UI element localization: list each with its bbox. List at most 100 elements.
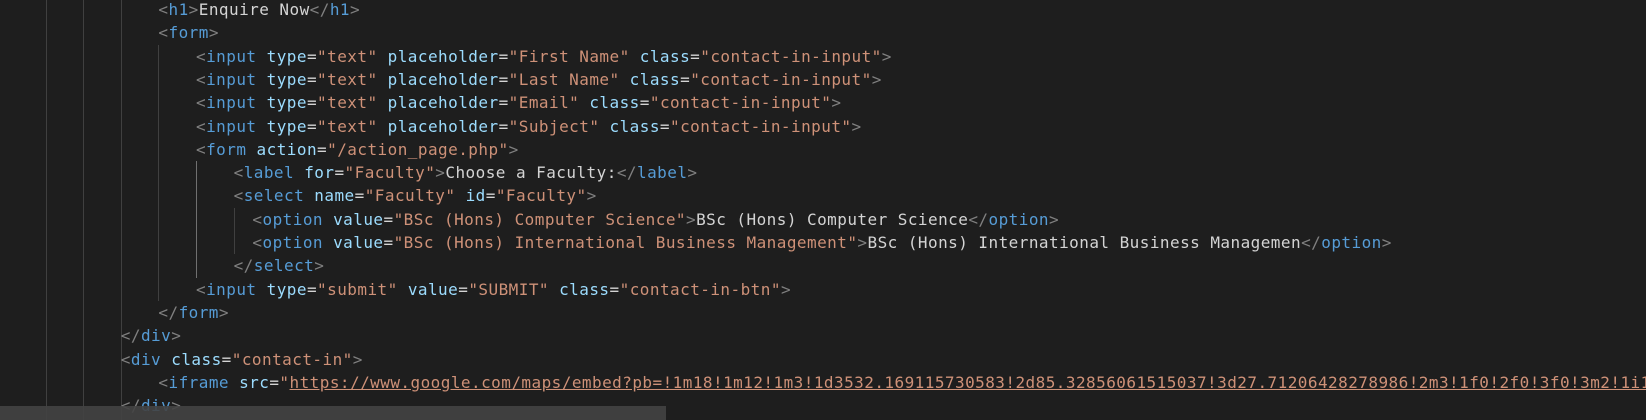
code-token: input — [206, 69, 257, 89]
code-token: </ — [158, 302, 179, 322]
code-line[interactable]: <option value="BSc (Hons) Computer Scien… — [252, 208, 1059, 232]
code-token: > — [687, 163, 698, 183]
code-token: select — [253, 256, 315, 276]
code-token: = — [306, 69, 318, 89]
code-token: > — [686, 209, 697, 229]
code-token: < — [252, 233, 263, 252]
code-line[interactable]: <form> — [158, 21, 219, 45]
code-token: < — [196, 116, 207, 136]
code-token: class — [609, 116, 660, 136]
code-token: "contact-in-input" — [690, 69, 872, 89]
code-token: form — [178, 302, 219, 322]
code-token: = — [498, 93, 509, 113]
code-token: </ — [309, 0, 330, 19]
code-line[interactable]: <input type="text" placeholder="Subject"… — [196, 115, 862, 139]
code-token: "BSc (Hons) International Business Manag… — [393, 233, 858, 252]
code-token: "contact-in-btn" — [619, 279, 781, 299]
code-token: "text" — [317, 69, 378, 89]
code-token: class — [589, 93, 640, 113]
code-token: < — [158, 0, 169, 19]
code-token: = — [383, 233, 394, 252]
code-token: "text" — [317, 93, 378, 113]
code-token: " — [279, 372, 290, 392]
code-line[interactable]: </select> — [234, 254, 325, 278]
code-token: = — [498, 46, 509, 66]
code-token: > — [218, 302, 229, 322]
code-token: > — [881, 46, 892, 66]
code-line[interactable]: <iframe src="https://www.google.com/maps… — [158, 371, 1646, 395]
code-token: for — [304, 163, 335, 183]
code-token: = — [306, 93, 318, 113]
indent-guide — [233, 207, 235, 255]
code-line[interactable]: <label for="Faculty">Choose a Faculty:</… — [234, 161, 698, 185]
code-editor[interactable]: <h1>Enquire Now</h1> <form> <input type="t… — [0, 0, 1646, 420]
code-line[interactable]: </div> — [121, 324, 182, 348]
code-token: "contact-in-input" — [670, 116, 852, 136]
code-token: BSc (Hons) Computer Science — [696, 209, 969, 229]
code-token: < — [158, 372, 169, 392]
code-token: "Subject" — [508, 116, 600, 136]
indent-guide — [196, 161, 197, 278]
code-token: < — [233, 186, 244, 206]
code-token: > — [871, 69, 882, 89]
code-token: </ — [968, 209, 989, 229]
code-token: < — [196, 139, 207, 159]
code-line[interactable]: <h1>Enquire Now</h1> — [158, 0, 360, 22]
code-token: "text" — [317, 116, 378, 136]
code-line[interactable]: <select name="Faculty" id="Faculty"> — [234, 184, 597, 208]
code-token: iframe — [168, 372, 229, 392]
code-line[interactable]: <form action="/action_page.php"> — [196, 138, 519, 162]
code-token: > — [188, 0, 199, 19]
code-line[interactable]: <input type="text" placeholder="Last Nam… — [196, 68, 882, 92]
code-token: > — [314, 256, 325, 276]
code-token: value — [333, 233, 384, 252]
code-token: = — [498, 116, 509, 136]
code-line[interactable]: <input type="text" placeholder="Email" c… — [196, 91, 841, 115]
horizontal-scrollbar[interactable] — [0, 406, 666, 420]
code-token: = — [498, 69, 509, 89]
code-token: option — [988, 209, 1050, 229]
code-token: = — [680, 69, 691, 89]
code-token: < — [158, 23, 169, 43]
code-token: class — [171, 349, 222, 369]
code-token: type — [266, 69, 307, 89]
code-token: </ — [120, 326, 141, 346]
code-line[interactable]: < option value="BSc (Hons) International … — [252, 231, 1391, 255]
code-token: option — [1321, 233, 1382, 252]
code-token: "SUBMIT" — [468, 279, 549, 299]
code-line[interactable]: <input type="text" placeholder="First Na… — [196, 45, 892, 69]
code-token: </ — [616, 163, 637, 183]
indent-guide — [158, 44, 160, 301]
code-token: "text" — [317, 46, 378, 66]
code-token: placeholder — [387, 93, 499, 113]
code-token: div — [130, 349, 162, 369]
code-token: value — [407, 279, 459, 299]
code-line[interactable]: </form> — [158, 301, 229, 325]
code-token: > — [171, 326, 182, 346]
indent-guide — [83, 0, 85, 420]
code-token: > — [857, 233, 868, 252]
code-token: = — [639, 93, 650, 113]
code-token: name — [314, 186, 355, 206]
code-token: input — [206, 46, 257, 66]
code-token: src — [239, 372, 270, 392]
code-token: < — [120, 349, 131, 369]
code-token: "/action_page.php" — [327, 139, 509, 159]
code-token: > — [352, 349, 363, 369]
code-token: "contact-in-input" — [649, 93, 832, 113]
code-token: = — [221, 349, 232, 369]
code-line[interactable]: <div class="contact-in"> — [121, 348, 363, 372]
code-line[interactable]: <input type="submit" value="SUBMIT" clas… — [196, 278, 791, 302]
code-token: "contact-in-input" — [700, 46, 882, 66]
